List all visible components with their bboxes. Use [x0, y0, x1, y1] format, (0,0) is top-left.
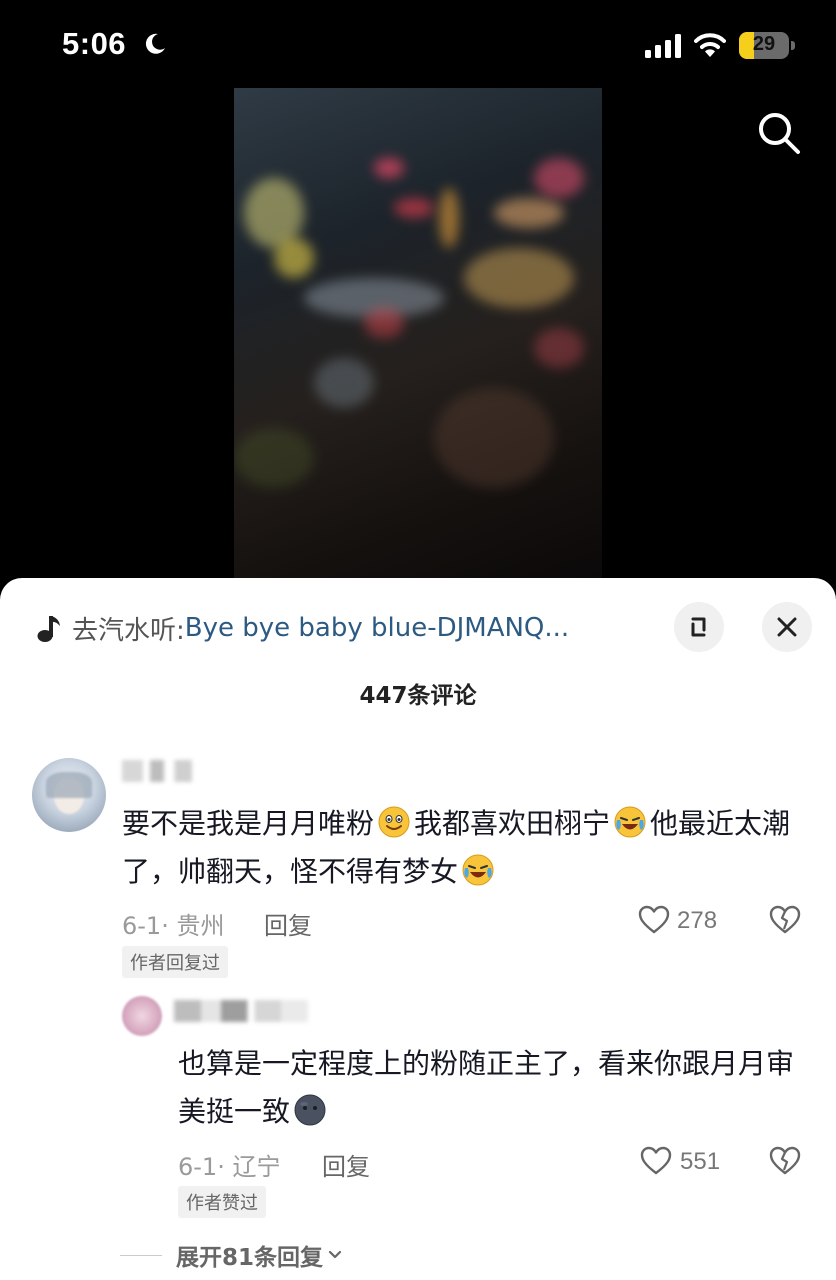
video-player[interactable]: [234, 88, 602, 578]
dark-face-emoji-icon: [294, 1094, 326, 1126]
chevron-down-icon: [328, 1250, 342, 1259]
reply-button[interactable]: 回复: [322, 1147, 370, 1182]
comment-sheet: 去汽水听: Bye bye baby blue-DJMANQ... 447条评论…: [0, 578, 836, 1280]
close-button[interactable]: [762, 602, 812, 652]
comment-date-location: 6-1· 辽宁: [178, 1153, 281, 1181]
reply-button[interactable]: 回复: [264, 906, 312, 941]
broken-heart-icon[interactable]: [769, 1146, 801, 1176]
comment-date-location: 6-1· 贵州: [122, 912, 225, 940]
like-count: 551: [680, 1148, 721, 1175]
expand-replies-label: 展开81条回复: [176, 1245, 324, 1271]
fullscreen-button[interactable]: [674, 602, 724, 652]
wifi-icon: [694, 33, 726, 57]
smile-emoji-icon: [378, 806, 410, 838]
username-redacted[interactable]: [174, 1000, 308, 1022]
heart-icon[interactable]: [638, 905, 670, 935]
moon-icon: [145, 33, 165, 54]
expand-replies-button[interactable]: 展开81条回复: [120, 1238, 343, 1272]
author-liked-badge: 作者赞过: [178, 1186, 266, 1218]
comments-count: 447条评论: [359, 683, 477, 709]
comment-text: 要不是我是月月唯粉 我都喜欢田栩宁 他最近太潮了，帅翻天，怪不得有梦女: [122, 806, 791, 888]
divider-line: [120, 1254, 162, 1256]
crying-laughing-emoji-icon: [614, 806, 646, 838]
broken-heart-icon[interactable]: [769, 905, 801, 935]
music-prefix: 去汽水听:: [72, 615, 185, 646]
author-replied-badge: 作者回复过: [122, 946, 228, 978]
music-link[interactable]: 去汽水听: Bye bye baby blue-DJMANQ...: [36, 608, 656, 648]
search-icon: [759, 113, 800, 154]
username-redacted[interactable]: [122, 760, 192, 782]
avatar[interactable]: [32, 758, 106, 832]
comment-text: 也算是一定程度上的粉随正主了，看来你跟月月审美挺一致: [178, 1047, 795, 1128]
heart-icon[interactable]: [640, 1146, 672, 1176]
status-time: 5:06: [62, 26, 127, 61]
search-button[interactable]: [754, 108, 804, 158]
music-note-icon: [37, 616, 60, 642]
avatar[interactable]: [122, 996, 162, 1036]
like-count: 278: [677, 907, 718, 934]
cellular-signal-icon: [645, 34, 681, 58]
music-title[interactable]: Bye bye baby blue-DJMANQ...: [185, 613, 569, 643]
status-bar: 5:06 29: [0, 0, 836, 88]
battery-icon: 29: [739, 32, 795, 59]
expand-icon: [691, 617, 706, 637]
battery-level: 29: [752, 33, 776, 55]
crying-laughing-emoji-icon: [462, 854, 494, 886]
close-icon: [777, 617, 797, 637]
